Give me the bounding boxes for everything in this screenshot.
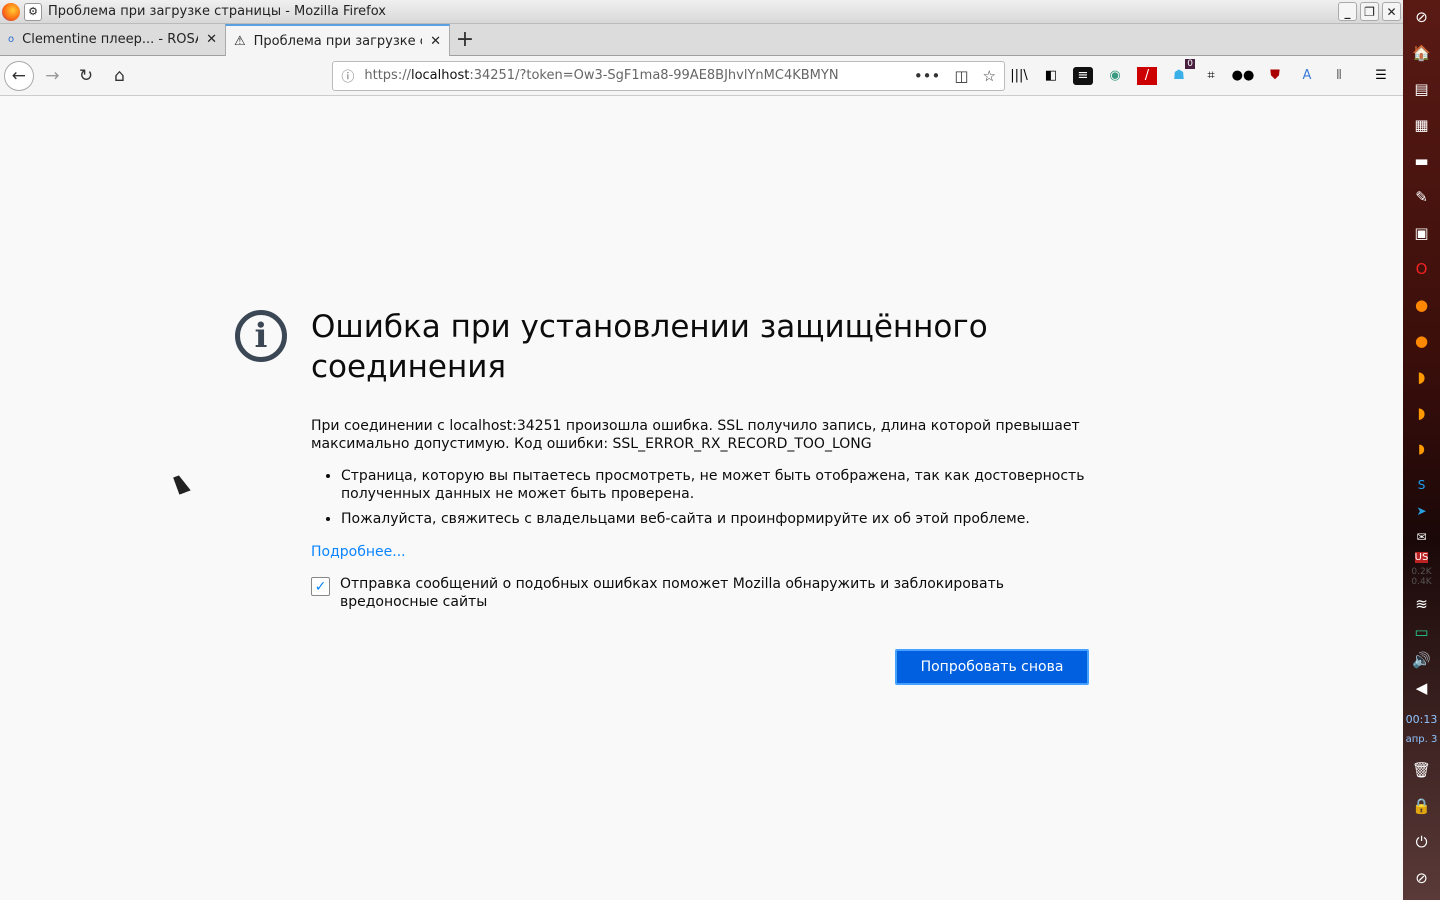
firefox-window: ⚙ Проблема при загрузке страницы - Mozil…: [0, 0, 1403, 900]
telegram-icon[interactable]: ➤: [1410, 500, 1434, 522]
close-tab-icon[interactable]: ✕: [430, 34, 441, 49]
error-page: i Ошибка при установлении защищённого со…: [0, 97, 1403, 900]
firefox-logo-icon: [2, 2, 20, 21]
panel-logo-icon[interactable]: ⊘: [1410, 867, 1434, 889]
file-manager-icon[interactable]: ▤: [1410, 78, 1434, 100]
list-item: Пожалуйста, свяжитесь с владельцами веб-…: [341, 510, 1091, 528]
archive-icon[interactable]: ▬: [1410, 150, 1434, 172]
bookmark-star-icon[interactable]: ☆: [983, 67, 996, 85]
tab-error-page[interactable]: ⚠ Проблема при загрузке ст ✕: [225, 24, 450, 56]
list-item: Страница, которую вы пытаетесь просмотре…: [341, 467, 1091, 503]
page-actions-icon[interactable]: •••: [914, 67, 941, 85]
back-button[interactable]: ←: [4, 60, 34, 91]
new-tab-button[interactable]: +: [450, 24, 480, 55]
skype-icon[interactable]: S: [1410, 474, 1434, 496]
window-title: Проблема при загрузке страницы - Mozilla…: [48, 4, 386, 19]
maximize-button[interactable]: ❐: [1360, 2, 1379, 21]
library-icon[interactable]: |||\: [1009, 67, 1029, 85]
power-icon[interactable]: ⏻: [1410, 831, 1434, 853]
title-bar: ⚙ Проблема при загрузке страницы - Mozil…: [0, 0, 1403, 24]
lock-icon[interactable]: 🔒: [1410, 795, 1434, 817]
clementine-task-icon[interactable]: ◗: [1410, 402, 1434, 424]
info-icon: i: [235, 310, 287, 362]
collapse-tray-icon[interactable]: ◀: [1410, 677, 1434, 699]
calculator-icon[interactable]: ▦: [1410, 114, 1434, 136]
pocket-icon[interactable]: ◫: [954, 67, 968, 85]
badge-count: 0: [1185, 58, 1195, 69]
extension-icon[interactable]: ≡: [1073, 66, 1093, 85]
ublock-icon[interactable]: ⛊: [1265, 67, 1285, 85]
menu-logo-icon[interactable]: ⊘: [1410, 6, 1434, 28]
learn-more-link[interactable]: Подробнее...: [311, 544, 1091, 560]
sync-extension-icon[interactable]: ◉: [1105, 67, 1125, 85]
report-errors-checkbox-row[interactable]: ✓ Отправка сообщений о подобных ошибках …: [311, 575, 1091, 611]
crop-icon[interactable]: ⌗: [1201, 67, 1221, 85]
thunderbird-icon[interactable]: ✉: [1410, 526, 1434, 548]
mouse-cursor: [173, 473, 191, 495]
site-info-icon[interactable]: ⓘ: [341, 66, 354, 85]
firefox-task-icon[interactable]: ●: [1410, 330, 1434, 352]
error-title: Ошибка при установлении защищённого соед…: [311, 309, 988, 385]
wifi-icon[interactable]: ≋: [1410, 593, 1434, 615]
wand-extension-icon[interactable]: /: [1137, 66, 1157, 85]
home-folder-icon[interactable]: 🏠: [1410, 42, 1434, 64]
error-bullets: Страница, которую вы пытаетесь просмотре…: [341, 467, 1091, 528]
tab-label: Clementine плеер... - ROSA: [22, 32, 199, 47]
site-favicon-icon: o: [8, 34, 15, 45]
clock-time[interactable]: 00:13: [1406, 713, 1438, 726]
spheres-extension-icon[interactable]: ●●: [1232, 67, 1255, 85]
network-speed: 0.2K 0.4K: [1411, 567, 1432, 587]
tab-clementine[interactable]: o Clementine плеер... - ROSA ✕: [0, 24, 225, 55]
clock-date[interactable]: апр. 3: [1406, 734, 1438, 745]
volume-icon[interactable]: 🔊: [1410, 649, 1434, 671]
report-errors-label: Отправка сообщений о подобных ошибках по…: [340, 576, 1005, 610]
fence-extension-icon[interactable]: ⦀: [1329, 67, 1349, 85]
forward-button[interactable]: →: [38, 61, 68, 91]
reload-button[interactable]: ↻: [71, 61, 101, 91]
tab-bar: o Clementine плеер... - ROSA ✕ ⚠ Проблем…: [0, 24, 1403, 56]
error-description: При соединении с localhost:34251 произош…: [311, 418, 1080, 452]
translate-icon[interactable]: A: [1297, 67, 1317, 85]
text-editor-icon[interactable]: ✎: [1410, 186, 1434, 208]
clementine-icon[interactable]: ◗: [1410, 366, 1434, 388]
close-window-button[interactable]: ✕: [1382, 2, 1401, 21]
close-tab-icon[interactable]: ✕: [206, 32, 217, 47]
opera-icon[interactable]: O: [1410, 258, 1434, 280]
menu-icon[interactable]: ☰: [1371, 67, 1391, 85]
clementine-tray-icon[interactable]: ◗: [1410, 438, 1434, 460]
window-menu-icon[interactable]: ⚙: [24, 2, 42, 21]
battery-icon[interactable]: ▭: [1410, 621, 1434, 643]
url-bar[interactable]: ⓘ https://localhost:34251/?token=Ow3-SgF…: [332, 60, 1005, 91]
firefox-launcher-icon[interactable]: ●: [1410, 294, 1434, 316]
warning-icon: ⚠: [234, 33, 246, 49]
settings-icon[interactable]: ▣: [1410, 222, 1434, 244]
system-panel: ⊘ 🏠 ▤ ▦ ▬ ✎ ▣ O ● ● ◗ ◗ ◗ S ➤ ✉ US 0.2K 0…: [1403, 0, 1440, 900]
sidebar-icon[interactable]: ◧: [1041, 67, 1061, 85]
home-button[interactable]: ⌂: [105, 61, 135, 91]
try-again-button[interactable]: Попробовать снова: [895, 649, 1089, 685]
url-text: https://localhost:34251/?token=Ow3-SgF1m…: [364, 68, 839, 83]
minimize-button[interactable]: _: [1338, 2, 1357, 21]
keyboard-layout[interactable]: US: [1414, 552, 1429, 563]
report-errors-checkbox[interactable]: ✓: [311, 577, 330, 596]
trash-icon[interactable]: 🗑: [1410, 759, 1434, 781]
ghostery-icon[interactable]: ☗ 0: [1169, 58, 1195, 85]
tab-label: Проблема при загрузке ст: [253, 33, 423, 49]
navigation-bar: ← → ↻ ⌂ ⓘ https://localhost:34251/?token…: [0, 56, 1403, 96]
